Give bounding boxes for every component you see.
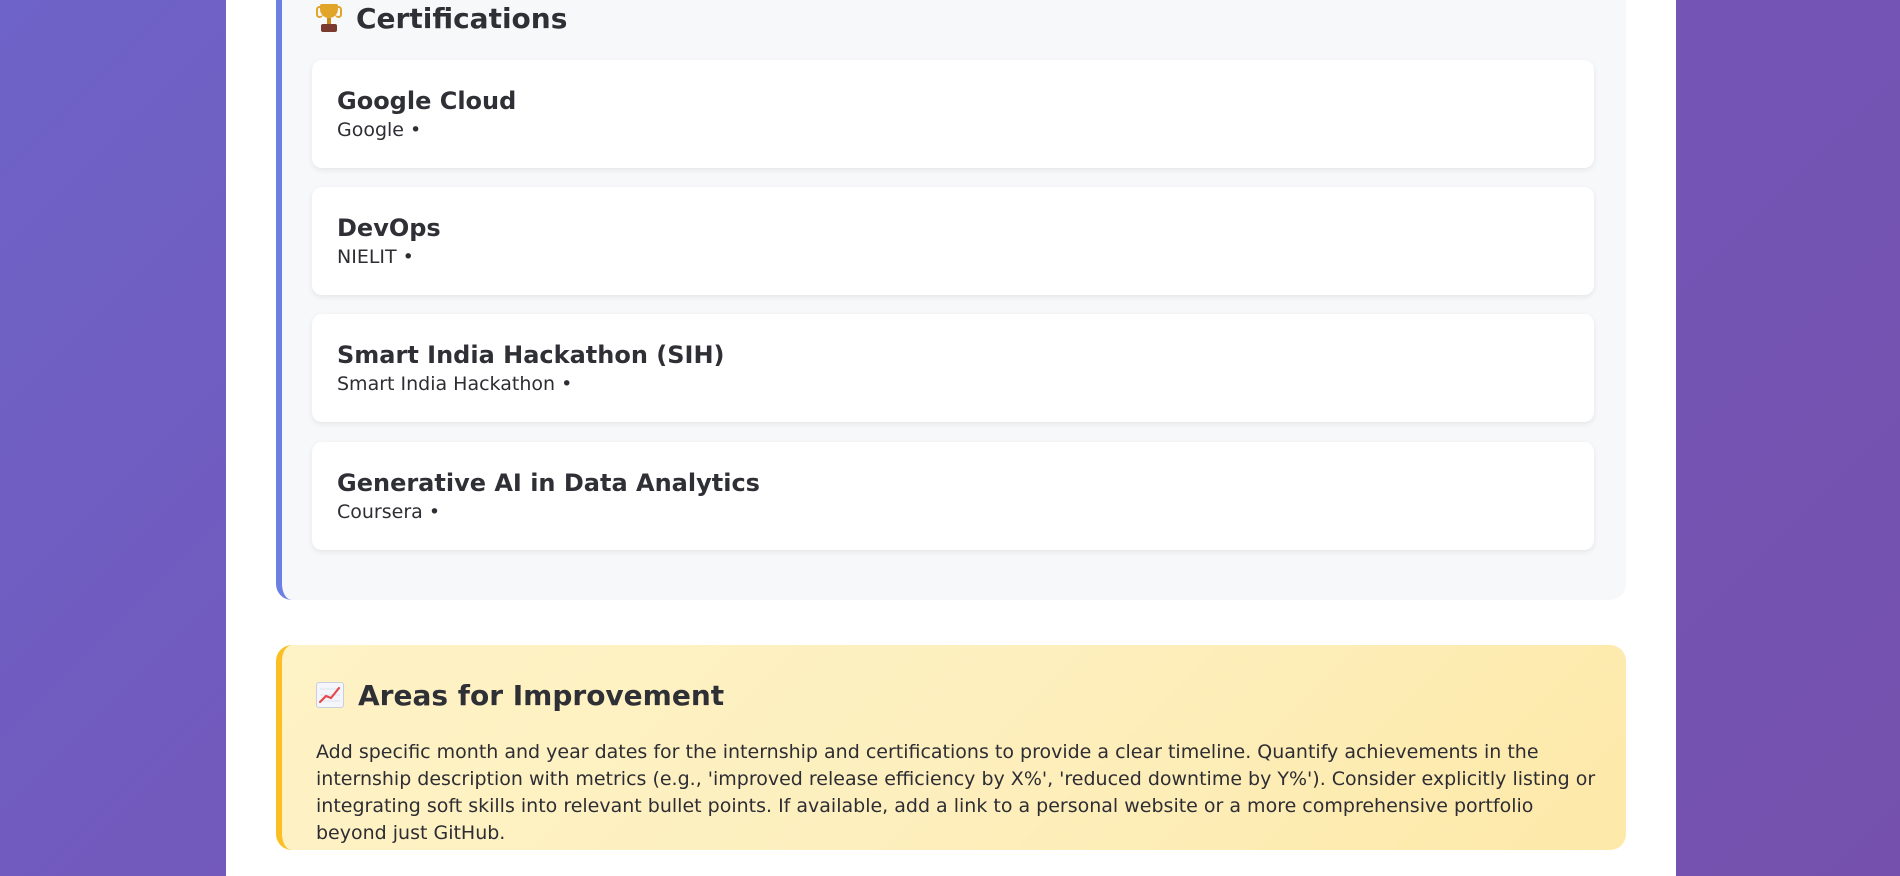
improvement-header: Areas for Improvement xyxy=(316,677,724,713)
improvement-title: Areas for Improvement xyxy=(358,678,725,712)
certification-name: DevOps xyxy=(337,214,441,242)
certification-name: Google Cloud xyxy=(337,87,517,115)
certifications-section: Certifications Google Cloud Google • Dev… xyxy=(276,0,1626,600)
certification-card: Generative AI in Data Analytics Coursera… xyxy=(312,442,1594,550)
certification-issuer: Google • xyxy=(337,119,422,141)
certification-name: Generative AI in Data Analytics xyxy=(337,469,760,497)
certification-card: DevOps NIELIT • xyxy=(312,187,1594,295)
improvement-section: Areas for Improvement Add specific month… xyxy=(276,645,1626,850)
certification-issuer: Coursera • xyxy=(337,501,441,523)
certification-name: Smart India Hackathon (SIH) xyxy=(337,341,725,369)
certifications-title: Certifications xyxy=(356,1,568,35)
trophy-icon xyxy=(316,3,342,33)
certification-issuer: Smart India Hackathon • xyxy=(337,373,573,395)
improvement-text: Add specific month and year dates for th… xyxy=(316,741,1596,844)
certification-issuer: NIELIT • xyxy=(337,246,414,268)
certification-card: Smart India Hackathon (SIH) Smart India … xyxy=(312,314,1594,422)
certifications-header: Certifications xyxy=(316,0,567,36)
report-page: Certifications Google Cloud Google • Dev… xyxy=(226,0,1676,876)
chart-increasing-icon xyxy=(316,682,344,708)
certification-card: Google Cloud Google • xyxy=(312,60,1594,168)
